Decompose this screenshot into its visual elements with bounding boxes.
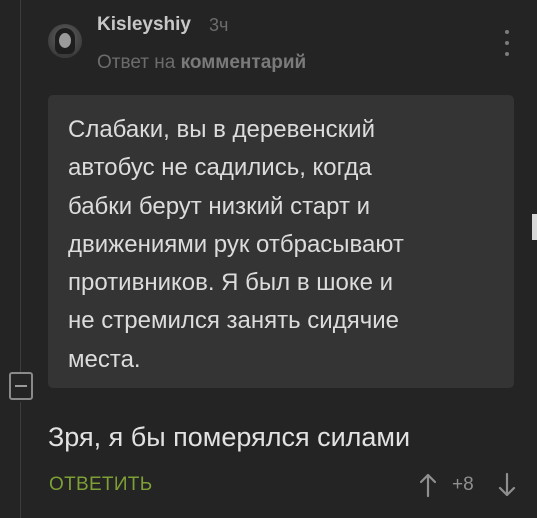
- comment-body: Зря, я бы померялся силами: [48, 422, 411, 452]
- avatar[interactable]: [48, 24, 82, 58]
- reply-button[interactable]: ОТВЕТИТЬ: [49, 474, 152, 496]
- quoted-comment-line: места.: [68, 345, 141, 373]
- thread-line-lower: [20, 402, 21, 518]
- quoted-comment: Слабаки, вы в деревенский автобус не сади…: [48, 95, 514, 388]
- comment-author[interactable]: Kisleyshiy: [97, 14, 191, 36]
- comment-rating: +8: [452, 474, 474, 495]
- reply-to-link[interactable]: комментарий: [181, 52, 307, 73]
- collapse-thread-button[interactable]: [9, 372, 33, 400]
- quoted-comment-text: Слабаки, вы в деревенский автобус не сади…: [68, 111, 496, 379]
- thread-line: [20, 0, 21, 372]
- comment-time: 3ч: [209, 15, 229, 35]
- quoted-comment-line: движениями рук отбрасывают: [68, 230, 404, 258]
- quoted-comment-line: автобус не садились, когда: [68, 154, 372, 182]
- more-options-icon[interactable]: [500, 30, 514, 56]
- quoted-comment-line: Слабаки, вы в деревенский: [68, 116, 375, 143]
- arrow-down-icon[interactable]: [497, 472, 517, 498]
- scroll-indicator: [532, 214, 537, 240]
- quoted-comment-line: бабки берут низкий старт и: [68, 192, 371, 220]
- quoted-comment-line: не стремился занять сидячие: [68, 307, 399, 335]
- quoted-comment-line: противников. Я был в шоке и: [68, 269, 394, 297]
- reply-to-line: Ответ на комментарий: [97, 52, 306, 74]
- reply-to-prefix: Ответ на: [97, 52, 176, 73]
- arrow-up-icon[interactable]: [418, 472, 438, 498]
- comment-thread: Kisleyshiy 3ч Ответ на комментарий Слаба…: [0, 0, 537, 518]
- minus-icon: [15, 385, 27, 387]
